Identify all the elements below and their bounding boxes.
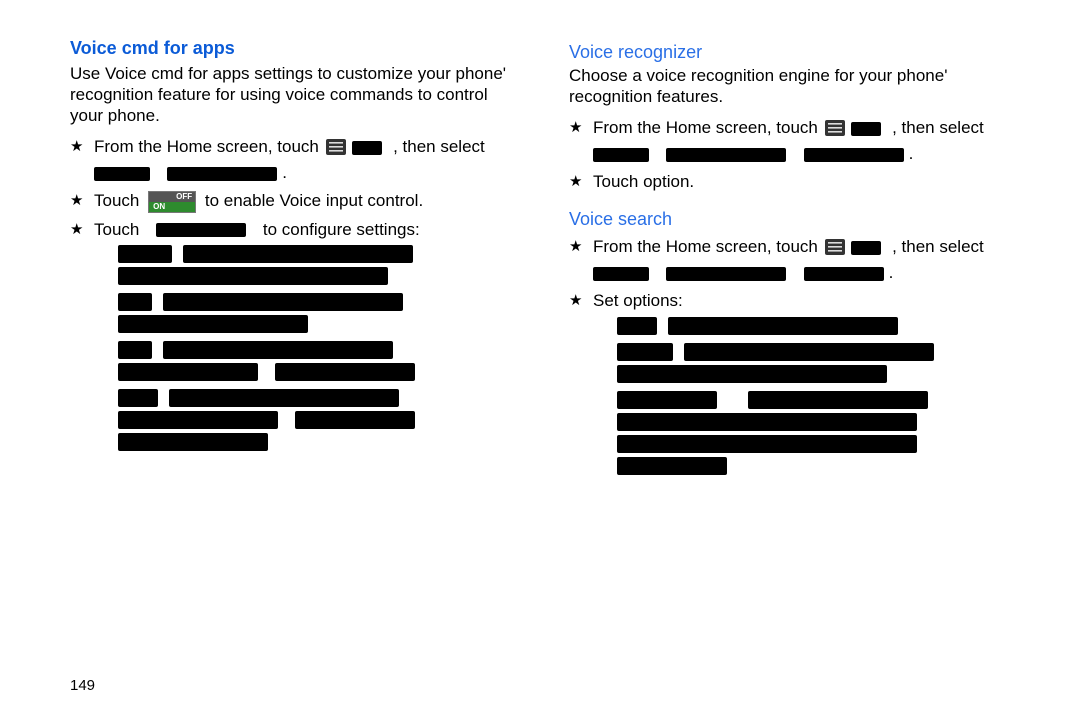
redacted — [295, 411, 415, 429]
redacted — [275, 363, 415, 381]
redacted — [617, 391, 717, 409]
left-column: Voice cmd for apps Use Voice cmd for app… — [70, 38, 521, 488]
recognizer-step-2: Touch option. — [593, 171, 1020, 193]
voice-search-heading: Voice search — [569, 209, 1020, 230]
redacted — [617, 435, 917, 453]
menu-icon — [825, 239, 845, 255]
step-text: Touch — [94, 191, 139, 210]
redacted — [617, 413, 917, 431]
voice-cmd-intro: Use Voice cmd for apps settings to custo… — [70, 63, 521, 126]
redacted — [163, 293, 403, 311]
redacted — [183, 245, 413, 263]
voice-cmd-options — [94, 243, 521, 453]
option-redacted — [617, 388, 1020, 476]
option-redacted — [118, 291, 521, 335]
option-redacted — [118, 243, 521, 287]
redacted — [666, 148, 786, 162]
voice-recognizer-heading: Voice recognizer — [569, 42, 1020, 63]
redacted — [118, 433, 268, 451]
redacted-line: . — [593, 143, 1020, 165]
step-text-post: , then select — [393, 137, 485, 156]
redacted — [169, 389, 399, 407]
redacted — [156, 223, 246, 237]
redacted — [94, 167, 150, 181]
voice-cmd-step-1: From the Home screen, touch , then selec… — [94, 136, 521, 184]
option-redacted — [118, 339, 521, 383]
redacted — [163, 341, 393, 359]
redacted — [617, 457, 727, 475]
step-text-post: , then select — [892, 237, 984, 256]
period: . — [909, 144, 914, 163]
period: . — [282, 163, 287, 182]
period: . — [889, 263, 894, 282]
redacted — [118, 315, 308, 333]
redacted — [118, 363, 258, 381]
redacted — [666, 267, 786, 281]
redacted — [617, 317, 657, 335]
voice-search-steps: From the Home screen, touch , then selec… — [569, 232, 1020, 482]
voice-search-options — [593, 314, 1020, 476]
voice-cmd-step-2: Touch OFF ON to enable Voice input contr… — [94, 190, 521, 213]
step-text: From the Home screen, touch — [593, 237, 818, 256]
two-column-layout: Voice cmd for apps Use Voice cmd for app… — [70, 38, 1020, 488]
voice-recognizer-intro: Choose a voice recognition engine for yo… — [569, 65, 1020, 107]
redacted-line: . — [593, 262, 1020, 284]
voice-cmd-step-3: Touch to configure settings: — [94, 219, 521, 453]
redacted — [118, 267, 388, 285]
redacted — [804, 267, 884, 281]
menu-icon — [326, 139, 346, 155]
option-redacted — [118, 387, 521, 453]
menu-icon — [825, 120, 845, 136]
redacted-text — [851, 241, 881, 255]
step-text-post: to configure settings: — [263, 220, 420, 239]
redacted — [617, 343, 673, 361]
redacted — [167, 167, 277, 181]
step-text: Set options: — [593, 291, 683, 310]
search-step-1: From the Home screen, touch , then selec… — [593, 236, 1020, 284]
step-text-post: to enable Voice input control. — [205, 191, 423, 210]
document-page: Voice cmd for apps Use Voice cmd for app… — [0, 0, 1080, 720]
option-redacted — [617, 314, 1020, 336]
redacted-text — [352, 141, 382, 155]
redacted-line: . — [94, 162, 521, 184]
redacted-text — [851, 122, 881, 136]
redacted — [118, 293, 152, 311]
search-step-2: Set options: — [593, 290, 1020, 476]
redacted — [804, 148, 904, 162]
step-text: From the Home screen, touch — [94, 137, 319, 156]
recognizer-step-1: From the Home screen, touch , then selec… — [593, 117, 1020, 165]
redacted — [593, 267, 649, 281]
on-off-toggle-icon: OFF ON — [148, 191, 196, 213]
step-text-post: , then select — [892, 118, 984, 137]
right-column: Voice recognizer Choose a voice recognit… — [569, 38, 1020, 488]
redacted — [118, 245, 172, 263]
step-text: Touch — [94, 220, 139, 239]
redacted — [617, 365, 887, 383]
redacted — [118, 389, 158, 407]
redacted — [118, 341, 152, 359]
page-number: 149 — [70, 677, 95, 694]
step-text: Touch option. — [593, 172, 694, 191]
redacted — [684, 343, 934, 361]
voice-cmd-steps: From the Home screen, touch , then selec… — [70, 132, 521, 459]
step-text: From the Home screen, touch — [593, 118, 818, 137]
voice-recognizer-steps: From the Home screen, touch , then selec… — [569, 113, 1020, 199]
redacted — [118, 411, 278, 429]
redacted — [593, 148, 649, 162]
option-redacted — [617, 340, 1020, 384]
redacted — [748, 391, 928, 409]
voice-cmd-heading: Voice cmd for apps — [70, 38, 521, 59]
redacted — [668, 317, 898, 335]
